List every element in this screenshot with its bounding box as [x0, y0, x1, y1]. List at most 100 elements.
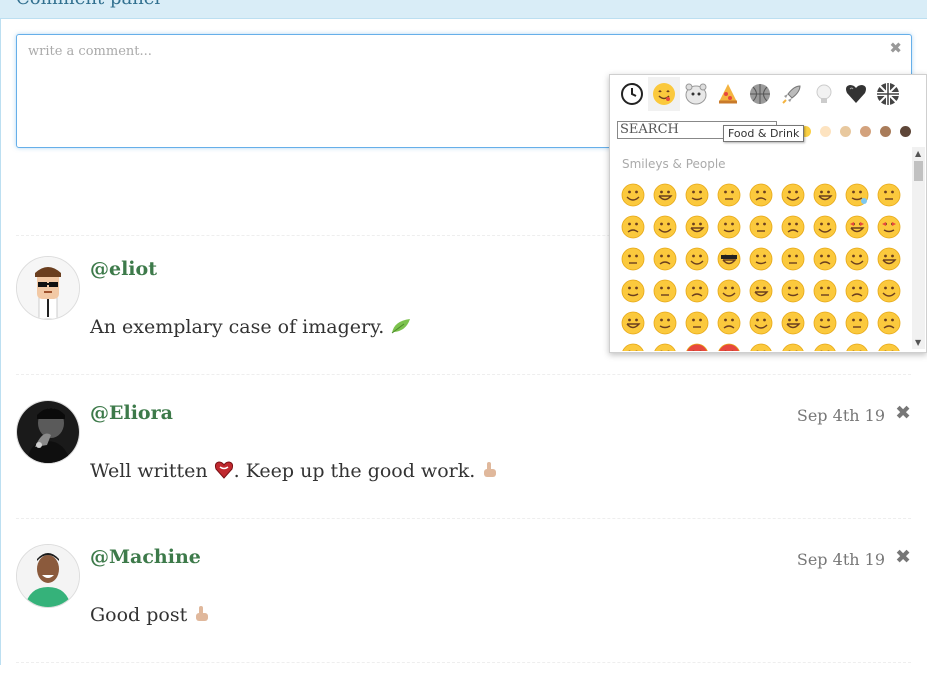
emoji-button[interactable]: [813, 215, 837, 239]
emoji-button[interactable]: [653, 279, 677, 303]
emoji-button[interactable]: [749, 183, 773, 207]
emoji-button[interactable]: [749, 343, 773, 351]
emoji-button[interactable]: [813, 183, 837, 207]
emoji-button[interactable]: [845, 215, 869, 239]
emoji-button[interactable]: [717, 247, 741, 271]
emoji-button[interactable]: [685, 247, 709, 271]
delete-icon[interactable]: ✖: [895, 402, 911, 424]
username[interactable]: @Machine: [90, 546, 201, 568]
emoji-button[interactable]: [877, 247, 901, 271]
skin-tone-dot[interactable]: [820, 126, 831, 137]
comment-item: @Machine Sep 4th 19 ✖ Good post: [16, 544, 911, 674]
emoji-button[interactable]: [813, 343, 837, 351]
skin-tone-dot[interactable]: [860, 126, 871, 137]
clock-icon[interactable]: [616, 77, 648, 111]
username[interactable]: @Eliora: [90, 402, 173, 424]
emoji-button[interactable]: [877, 311, 901, 335]
emoji-button[interactable]: [813, 279, 837, 303]
avatar: [16, 400, 80, 464]
emoji-button[interactable]: [845, 311, 869, 335]
emoji-button[interactable]: [621, 343, 645, 351]
emoji-button[interactable]: [877, 215, 901, 239]
comment-placeholder: write a comment...: [28, 44, 152, 59]
skin-tone-dot[interactable]: [880, 126, 891, 137]
category-label: Smileys & People: [622, 157, 726, 171]
comment-text: Well written . Keep up the good work.: [90, 460, 499, 484]
emoji-button[interactable]: [749, 279, 773, 303]
emoji-button[interactable]: [845, 279, 869, 303]
flag-icon[interactable]: [872, 77, 904, 111]
emoji-button[interactable]: [653, 343, 677, 351]
emoji-picker: SEARCH Food & Drink Smileys & People ▲ ▼: [609, 74, 927, 353]
scrollbar[interactable]: ▲ ▼: [912, 147, 925, 349]
comment-body: Good post: [90, 604, 187, 626]
comment-body: An exemplary case of imagery.: [90, 316, 384, 338]
emoji-button[interactable]: [813, 247, 837, 271]
emoji-button[interactable]: [717, 215, 741, 239]
pointing-hand-icon: [481, 461, 499, 484]
emoji-button[interactable]: [781, 183, 805, 207]
basketball-icon[interactable]: [744, 77, 776, 111]
emoji-button[interactable]: [653, 247, 677, 271]
emoji-button[interactable]: [749, 215, 773, 239]
emoji-button[interactable]: [653, 215, 677, 239]
clear-icon[interactable]: ✖: [889, 39, 902, 57]
emoji-button[interactable]: [685, 279, 709, 303]
comment-body-end: . Keep up the good work.: [234, 460, 476, 482]
emoji-button[interactable]: [749, 247, 773, 271]
emoji-button[interactable]: [845, 183, 869, 207]
panel-title: Comment panel: [16, 0, 160, 9]
divider: [16, 374, 911, 375]
emoji-button[interactable]: [877, 183, 901, 207]
emoji-button[interactable]: [685, 343, 709, 351]
scroll-down-icon[interactable]: ▼: [915, 338, 921, 347]
emoji-button[interactable]: [621, 183, 645, 207]
emoji-button[interactable]: [877, 279, 901, 303]
skin-tone-dot[interactable]: [900, 126, 911, 137]
smiley-icon[interactable]: [648, 77, 680, 111]
comment-date: Sep 4th 19: [797, 406, 885, 425]
emoji-button[interactable]: [621, 279, 645, 303]
emoji-button[interactable]: [717, 279, 741, 303]
emoji-button[interactable]: [685, 311, 709, 335]
scroll-up-icon[interactable]: ▲: [915, 149, 921, 158]
emoji-button[interactable]: [845, 247, 869, 271]
emoji-button[interactable]: [717, 343, 741, 351]
emoji-button[interactable]: [621, 215, 645, 239]
heart-icon[interactable]: [840, 77, 872, 111]
emoji-button[interactable]: [717, 311, 741, 335]
emoji-category-tabs: [610, 75, 926, 115]
delete-icon[interactable]: ✖: [895, 546, 911, 568]
emoji-button[interactable]: [685, 183, 709, 207]
scroll-thumb[interactable]: [914, 161, 923, 181]
emoji-button[interactable]: [781, 343, 805, 351]
emoji-button[interactable]: [781, 279, 805, 303]
emoji-button[interactable]: [621, 311, 645, 335]
emoji-button[interactable]: [845, 343, 869, 351]
username[interactable]: @eliot: [90, 258, 157, 280]
leaf-icon: [390, 317, 412, 340]
pizza-icon[interactable]: [712, 77, 744, 111]
emoji-button[interactable]: [877, 343, 901, 351]
emoji-button[interactable]: [621, 247, 645, 271]
heart-icon: [214, 461, 234, 484]
rocket-icon[interactable]: [776, 77, 808, 111]
emoji-button[interactable]: [813, 311, 837, 335]
emoji-button[interactable]: [717, 183, 741, 207]
emoji-button[interactable]: [685, 215, 709, 239]
comment-date: Sep 4th 19: [797, 550, 885, 569]
skin-tone-dot[interactable]: [840, 126, 851, 137]
emoji-button[interactable]: [749, 311, 773, 335]
emoji-button[interactable]: [653, 311, 677, 335]
hamster-icon[interactable]: [680, 77, 712, 111]
lightbulb-icon[interactable]: [808, 77, 840, 111]
comment-panel-header: Comment panel: [0, 0, 927, 19]
panel-left-border: [0, 18, 1, 665]
comment-body-start: Well written: [90, 460, 214, 482]
emoji-button[interactable]: [781, 311, 805, 335]
emoji-button[interactable]: [781, 215, 805, 239]
emoji-grid: [618, 179, 906, 351]
emoji-button[interactable]: [781, 247, 805, 271]
emoji-button[interactable]: [653, 183, 677, 207]
tooltip: Food & Drink: [723, 125, 804, 142]
